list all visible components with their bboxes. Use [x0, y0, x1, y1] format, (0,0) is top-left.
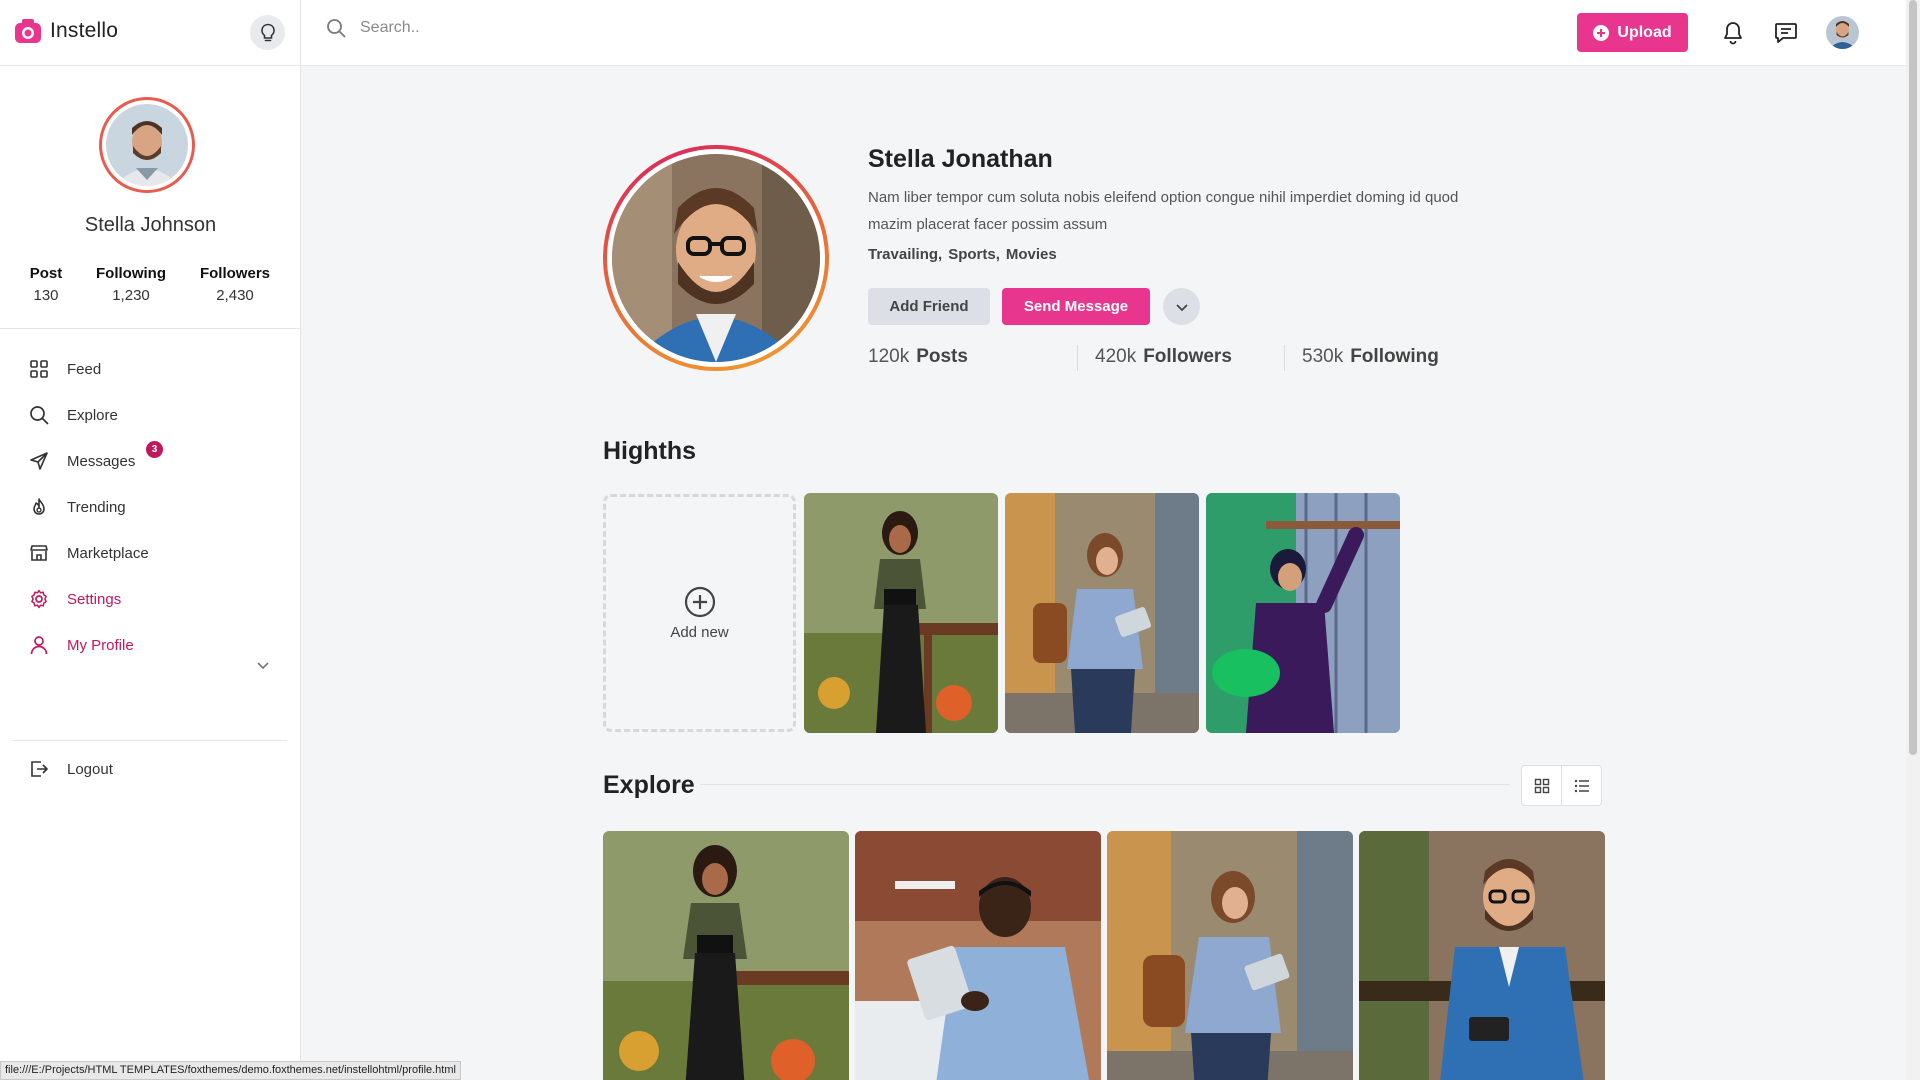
count-following[interactable]: 530k Following: [1302, 346, 1439, 368]
sidebar-item-feed[interactable]: Feed: [28, 355, 101, 383]
count-label: Following: [1350, 346, 1439, 367]
sidebar-avatar[interactable]: [99, 97, 195, 193]
sidebar-item-label: Messages: [67, 452, 136, 470]
explore-card[interactable]: [1107, 831, 1353, 1080]
sidebar-item-my-profile[interactable]: My Profile: [28, 631, 134, 659]
highlight-thumbnail[interactable]: [804, 493, 998, 733]
bell-icon[interactable]: [1719, 19, 1747, 47]
logout-icon: [28, 758, 50, 780]
list-icon: [1574, 779, 1590, 793]
count-value: 530k: [1302, 346, 1344, 367]
user-icon: [28, 634, 50, 656]
app-name: Instello: [50, 19, 119, 42]
sidebar-item-label: Marketplace: [67, 544, 149, 562]
explore-card[interactable]: [855, 831, 1101, 1080]
count-divider: [1077, 345, 1078, 371]
logout-label: Logout: [67, 760, 113, 778]
count-posts[interactable]: 120k Posts: [868, 346, 968, 368]
user-avatar[interactable]: [1826, 16, 1859, 49]
upload-button[interactable]: Upload: [1577, 13, 1688, 52]
sidebar: Stella Johnson Post 130 Following 1,230 …: [0, 66, 301, 1080]
add-new-label: Add new: [670, 623, 729, 641]
sidebar-item-messages[interactable]: Messages 3: [28, 441, 163, 475]
count-value: 120k: [868, 346, 910, 367]
search-icon: [326, 18, 346, 38]
grid-icon: [1534, 778, 1550, 794]
scrollbar-thumb[interactable]: [1909, 0, 1917, 755]
send-icon: [28, 450, 50, 472]
flame-icon: [28, 496, 50, 518]
count-followers[interactable]: 420k Followers: [1095, 346, 1232, 368]
add-friend-button[interactable]: Add Friend: [868, 288, 990, 325]
highlight-thumbnail[interactable]: [1206, 493, 1400, 733]
count-label: Posts: [916, 346, 968, 367]
count-value: 420k: [1095, 346, 1137, 367]
app-logo[interactable]: Instello: [14, 18, 118, 44]
highlight-thumbnail[interactable]: [1005, 493, 1199, 733]
sidebar-item-label: Trending: [67, 498, 126, 516]
grid-icon: [28, 358, 50, 380]
profile-name: Stella Jonathan: [868, 145, 1053, 173]
sidebar-divider: [0, 328, 301, 329]
messages-badge: 3: [146, 441, 163, 458]
count-label: Followers: [1143, 346, 1232, 367]
stat-posts[interactable]: Post 130: [20, 265, 72, 304]
sidebar-item-trending[interactable]: Trending: [28, 493, 126, 521]
search-bar: [326, 18, 960, 38]
stat-label: Followers: [199, 265, 270, 282]
sidebar-item-marketplace[interactable]: Marketplace: [28, 539, 149, 567]
lightbulb-icon: [259, 23, 277, 43]
plus-circle-icon: [1593, 24, 1610, 41]
sidebar-item-label: My Profile: [67, 636, 134, 654]
logout-button[interactable]: Logout: [28, 755, 113, 783]
explore-divider: [700, 784, 1510, 785]
sidebar-item-explore[interactable]: Explore: [28, 401, 118, 429]
stat-value: 130: [33, 287, 59, 304]
plus-circle-icon: [684, 586, 716, 618]
header-divider: [300, 0, 301, 66]
profile-avatar[interactable]: [603, 145, 829, 371]
gear-icon: [28, 588, 50, 610]
view-toggle: [1521, 765, 1602, 806]
stat-value: 1,230: [112, 287, 150, 304]
profile-tag[interactable]: Movies: [1006, 246, 1057, 263]
profile-tags: Travailing, Sports, Movies: [868, 246, 1057, 263]
search-input[interactable]: [360, 19, 960, 37]
stat-following[interactable]: Following 1,230: [90, 265, 172, 304]
grid-view-button[interactable]: [1522, 766, 1562, 805]
stat-value: 2,430: [216, 287, 254, 304]
sidebar-item-label: Feed: [67, 360, 102, 378]
upload-label: Upload: [1617, 23, 1672, 41]
sidebar-item-settings[interactable]: Settings: [28, 585, 121, 613]
chat-icon[interactable]: [1772, 19, 1800, 47]
list-view-button[interactable]: [1562, 766, 1601, 805]
send-message-button[interactable]: Send Message: [1002, 288, 1150, 325]
theme-toggle-button[interactable]: [250, 15, 285, 50]
stat-label: Following: [96, 265, 166, 282]
top-bar: Instello Upload: [0, 0, 1920, 66]
highlights-title: Highths: [603, 437, 697, 465]
profile-tag[interactable]: Travailing,: [868, 246, 942, 263]
sidebar-item-label: Explore: [67, 406, 118, 424]
add-highlight-button[interactable]: Add new: [603, 494, 796, 732]
explore-title: Explore: [603, 771, 695, 799]
stat-followers[interactable]: Followers 2,430: [192, 265, 278, 304]
profile-bio: Nam liber tempor cum soluta nobis eleife…: [868, 189, 1459, 233]
stat-label: Post: [29, 265, 63, 282]
count-divider: [1284, 345, 1285, 371]
explore-card[interactable]: [1359, 831, 1605, 1080]
camera-icon: [14, 18, 42, 44]
store-icon: [28, 542, 50, 564]
browser-status-url: file:///E:/Projects/HTML TEMPLATES/foxth…: [0, 1061, 461, 1080]
sidebar-user-name: Stella Johnson: [84, 214, 217, 236]
search-icon: [28, 404, 50, 426]
chevron-down-icon[interactable]: [256, 660, 270, 670]
explore-card[interactable]: [603, 831, 849, 1080]
sidebar-divider: [13, 740, 287, 741]
chevron-down-icon: [1175, 302, 1189, 312]
sidebar-item-label: Settings: [67, 590, 122, 608]
more-options-button[interactable]: [1163, 288, 1200, 325]
profile-tag[interactable]: Sports,: [948, 246, 1000, 263]
